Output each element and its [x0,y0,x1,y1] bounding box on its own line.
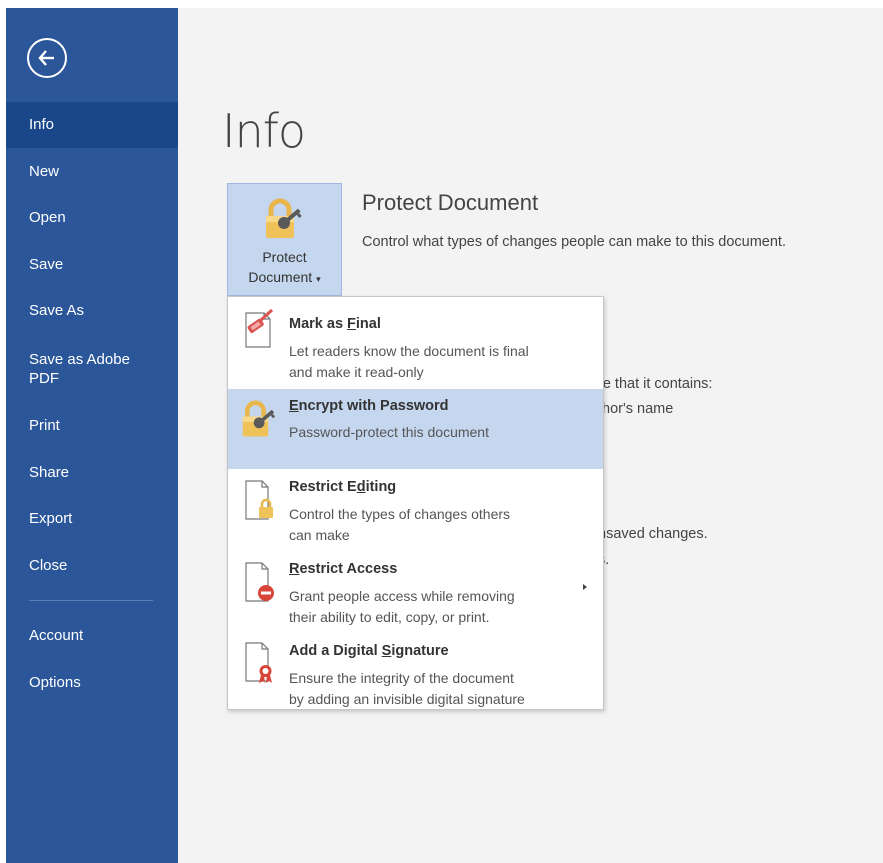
sidebar-item-open[interactable]: Open [6,195,178,241]
submenu-arrow-icon [583,584,587,590]
desc-line1: Let readers know the document is final [289,343,529,359]
title-access-key: d [356,479,366,495]
desc-line1: Grant people access while removing [289,588,515,604]
versions-text-line1: nsaved changes. [598,526,708,542]
title-pre: Add a Digital [289,643,382,659]
sidebar-divider [29,600,153,601]
desc-line1: Password-protect this document [289,424,489,440]
title-post: iting [365,479,397,495]
title-access-key: R [289,561,300,577]
menu-item-restrict-editing[interactable]: Restrict Editing Control the types of ch… [228,469,603,551]
desc-line2: can make [289,527,350,543]
sidebar-item-share[interactable]: Share [6,450,178,496]
digital-signature-icon [245,642,272,683]
protect-document-button[interactable]: Protect Document ▾ [227,183,342,296]
back-button[interactable] [27,38,67,78]
restrict-editing-icon [245,480,273,520]
sidebar-item-export[interactable]: Export [6,496,178,542]
encrypt-description: Password-protect this document [289,422,589,443]
title-access-key: E [289,398,299,414]
desc-line2: and make it read-only [289,364,424,380]
sidebar-item-info[interactable]: Info [6,102,178,148]
sidebar-item-save-as[interactable]: Save As [6,288,178,334]
restrict-access-title: Restrict Access [289,561,397,577]
inspect-text-line1: re that it contains: [598,376,713,392]
desc-line2: their ability to edit, copy, or print. [289,609,490,625]
menu-item-mark-as-final[interactable]: Mark as Final Let readers know the docum… [228,297,603,380]
sidebar-item-save[interactable]: Save [6,242,178,288]
sidebar-item-account[interactable]: Account [6,613,178,659]
digital-signature-description: Ensure the integrity of the document by … [289,668,589,710]
protect-label-line1: Protect [262,249,307,265]
restrict-editing-title: Restrict Editing [289,479,396,495]
sidebar-item-options[interactable]: Options [6,660,178,706]
menu-item-restrict-access[interactable]: Restrict Access Grant people access whil… [228,551,603,633]
mark-as-final-description: Let readers know the document is final a… [289,341,589,383]
protect-label-text: Document [248,269,313,285]
mark-as-final-icon [245,308,274,348]
sidebar-item-save-as-adobe-pdf[interactable]: Save as Adobe PDF [6,345,156,393]
sidebar-item-print[interactable]: Print [6,403,178,449]
page-title: Info [222,104,306,158]
encrypt-title: Encrypt with Password [289,398,449,414]
back-arrow-icon [38,50,54,66]
backstage-sidebar: Info New Open Save Save As Save as Adobe… [6,8,178,863]
title-access-key: F [347,316,356,332]
lock-key-icon [242,400,276,437]
sidebar-item-new[interactable]: New [6,149,178,195]
menu-item-add-digital-signature[interactable]: Add a Digital Signature Ensure the integ… [228,633,603,709]
sidebar-item-close[interactable]: Close [6,543,178,589]
desc-line2: by adding an invisible digital signature [289,691,525,707]
protect-document-menu: Mark as Final Let readers know the docum… [227,296,604,710]
title-pre: Mark as [289,316,348,332]
lock-key-icon [266,198,302,238]
mark-as-final-title: Mark as Final [289,316,381,332]
inspect-text-line2: thor's name [598,401,674,417]
digital-signature-title: Add a Digital Signature [289,643,449,659]
protect-section-title: Protect Document [362,190,539,215]
backstage-view: Info New Open Save Save As Save as Adobe… [6,8,883,863]
title-post: ncrypt with Password [298,398,449,414]
restrict-access-icon [245,562,274,602]
title-post: estrict Access [299,561,398,577]
menu-item-encrypt-with-password[interactable]: Encrypt with Password Password-protect t… [228,389,603,469]
title-pre: Restrict E [289,479,357,495]
dropdown-caret-icon: ▾ [316,274,321,284]
protect-label-line2: Document ▾ [228,267,341,289]
title-access-key: S [381,643,392,659]
desc-line1: Control the types of changes others [289,506,511,522]
protect-document-label: Protect Document ▾ [228,247,341,289]
protect-section-description: Control what types of changes people can… [362,234,786,250]
restrict-access-description: Grant people access while removing their… [289,586,589,628]
title-post: inal [355,316,381,332]
desc-line1: Ensure the integrity of the document [289,670,514,686]
restrict-editing-description: Control the types of changes others can … [289,504,589,546]
title-post: ignature [391,643,449,659]
